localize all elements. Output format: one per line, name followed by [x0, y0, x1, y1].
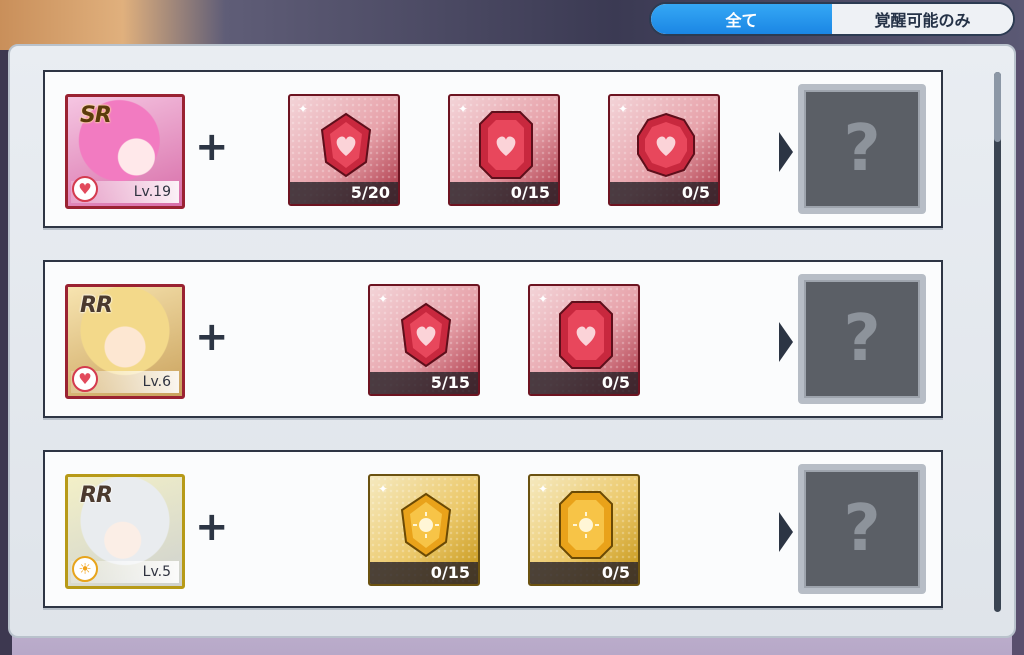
awakening-row[interactable]: SR Lv.19 ♥ + ✦ 5/20 ✦ 0/15 ✦ 0/5 ? — [43, 70, 943, 228]
question-mark-icon: ? — [804, 90, 920, 208]
plus-icon: + — [195, 124, 229, 170]
sparkle-icon: ✦ — [458, 102, 469, 116]
material-slot[interactable]: ✦ 0/5 — [608, 94, 720, 206]
character-portrait[interactable]: SR Lv.19 ♥ — [65, 94, 185, 209]
arrow-right-icon — [779, 512, 793, 552]
sparkle-icon: ✦ — [538, 482, 549, 496]
scrollbar-thumb[interactable] — [994, 72, 1001, 142]
arrow-right-icon — [779, 322, 793, 362]
material-slot[interactable]: ✦ 0/5 — [528, 284, 640, 396]
filter-all-button[interactable]: 全て — [651, 4, 832, 34]
material-slot[interactable]: ✦ 0/5 — [528, 474, 640, 586]
sparkle-icon: ✦ — [298, 102, 309, 116]
material-count: 0/15 — [450, 182, 558, 204]
material-count: 5/15 — [370, 372, 478, 394]
red-heart-gem-medium-icon — [479, 111, 533, 179]
red-heart-gem-medium-icon — [559, 301, 613, 369]
character-portrait[interactable]: RR Lv.5 ☀ — [65, 474, 185, 589]
result-slot[interactable]: ? — [798, 464, 926, 594]
sun-icon: ☀ — [72, 556, 98, 582]
result-slot[interactable]: ? — [798, 274, 926, 404]
plus-icon: + — [195, 314, 229, 360]
sparkle-icon: ✦ — [378, 482, 389, 496]
red-heart-gem-large-icon — [637, 112, 695, 178]
filter-toggle: 全て 覚醒可能のみ — [649, 2, 1015, 36]
scrollbar[interactable] — [994, 72, 1001, 612]
material-count: 0/5 — [610, 182, 718, 204]
material-count: 0/15 — [370, 562, 478, 584]
rarity-badge: RR — [80, 483, 113, 508]
plus-icon: + — [195, 504, 229, 550]
material-slot[interactable]: ✦ 0/15 — [448, 94, 560, 206]
question-mark-icon: ? — [804, 280, 920, 398]
result-slot[interactable]: ? — [798, 84, 926, 214]
awakening-list-panel: SR Lv.19 ♥ + ✦ 5/20 ✦ 0/15 ✦ 0/5 ? RR Lv… — [8, 44, 1016, 638]
awakening-row[interactable]: RR Lv.5 ☀ + ✦ 0/15 ✦ 0/5 ? — [43, 450, 943, 608]
material-count: 0/5 — [530, 562, 638, 584]
character-portrait[interactable]: RR Lv.6 ♥ — [65, 284, 185, 399]
gold-sun-gem-medium-icon — [559, 491, 613, 559]
sparkle-icon: ✦ — [378, 292, 389, 306]
awakening-row[interactable]: RR Lv.6 ♥ + ✦ 5/15 ✦ 0/5 ? — [43, 260, 943, 418]
material-slot[interactable]: ✦ 5/15 — [368, 284, 480, 396]
material-slot[interactable]: ✦ 0/15 — [368, 474, 480, 586]
sparkle-icon: ✦ — [538, 292, 549, 306]
red-heart-gem-small-icon — [400, 302, 452, 368]
heart-icon: ♥ — [72, 176, 98, 202]
heart-icon: ♥ — [72, 366, 98, 392]
material-count: 0/5 — [530, 372, 638, 394]
material-count: 5/20 — [290, 182, 398, 204]
gold-sun-gem-small-icon — [400, 492, 452, 558]
question-mark-icon: ? — [804, 470, 920, 588]
material-slot[interactable]: ✦ 5/20 — [288, 94, 400, 206]
rarity-badge: RR — [80, 293, 113, 318]
filter-awakenable-button[interactable]: 覚醒可能のみ — [832, 4, 1013, 34]
red-heart-gem-small-icon — [320, 112, 372, 178]
arrow-right-icon — [779, 132, 793, 172]
sparkle-icon: ✦ — [618, 102, 629, 116]
rarity-badge: SR — [80, 103, 112, 128]
